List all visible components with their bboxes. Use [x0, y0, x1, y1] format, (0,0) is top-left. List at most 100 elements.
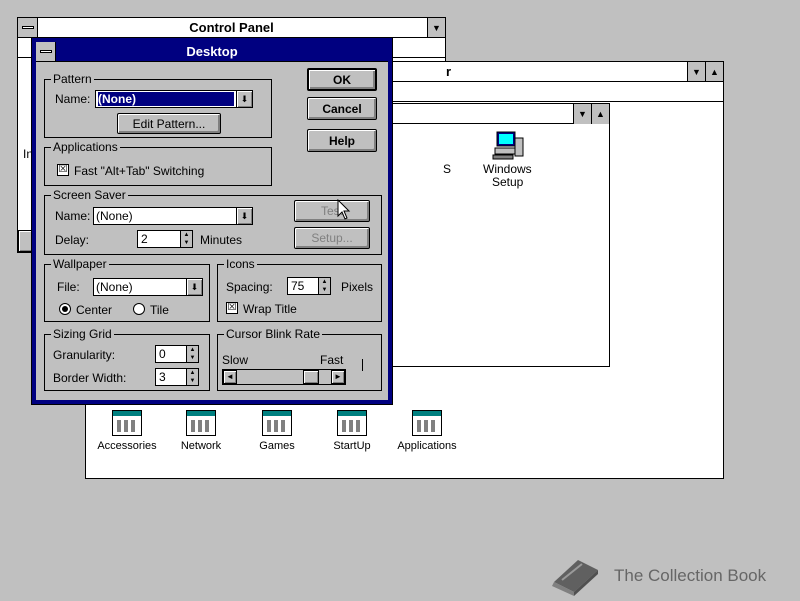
program-manager-minimize-button[interactable]: ▼ [687, 62, 705, 81]
wrap-title-label[interactable]: Wrap Title [243, 302, 297, 316]
wallpaper-center-label[interactable]: Center [76, 303, 112, 317]
control-panel-titlebar[interactable]: Control Panel [18, 18, 445, 38]
icons-group-label: Icons [224, 257, 257, 271]
pattern-group: Pattern Name: (None) ⬇ Edit Pattern... [44, 72, 272, 138]
cancel-button[interactable]: Cancel [307, 97, 377, 120]
ok-button[interactable]: OK [307, 68, 377, 91]
wallpaper-group: Wallpaper File: (None) ⬇ Center Tile [44, 257, 210, 322]
wallpaper-file-value: (None) [96, 280, 133, 294]
fast-alt-tab-checkbox[interactable]: ☒ [57, 164, 69, 176]
pattern-group-label: Pattern [51, 72, 94, 86]
border-width-spinner[interactable]: 3 ▲ ▼ [155, 368, 199, 386]
spin-up-icon[interactable]: ▲ [319, 278, 330, 286]
screen-saver-group-label: Screen Saver [51, 188, 128, 202]
edit-pattern-button[interactable]: Edit Pattern... [117, 113, 221, 134]
group-startup[interactable]: StartUp [317, 410, 387, 452]
wallpaper-tile-label[interactable]: Tile [150, 303, 169, 317]
main-group-item-fragment[interactable]: S [443, 162, 451, 176]
applications-group: Applications ☒ Fast "Alt+Tab" Switching [44, 140, 272, 186]
windows-setup-icon[interactable] [491, 128, 525, 162]
control-panel-system-menu[interactable] [18, 18, 38, 37]
program-manager-maximize-button[interactable]: ▲ [705, 62, 723, 81]
spinner-arrows[interactable]: ▲ ▼ [186, 346, 198, 362]
windows-setup-label-line2[interactable]: Setup [492, 175, 523, 189]
screen-saver-delay-spinner[interactable]: 2 ▲ ▼ [137, 230, 193, 248]
program-group-icon [186, 410, 216, 436]
screen-saver-name-dropdown[interactable]: (None) ⬇ [93, 207, 253, 225]
sizing-grid-group: Sizing Grid Granularity: 0 ▲ ▼ Border Wi… [44, 327, 210, 391]
group-applications-label: Applications [397, 440, 457, 452]
group-network[interactable]: Network [166, 410, 236, 452]
spin-down-icon[interactable]: ▼ [181, 239, 192, 247]
spinner-arrows[interactable]: ▲ ▼ [186, 369, 198, 385]
program-group-icon [337, 410, 367, 436]
main-group-minimize-button[interactable]: ▼ [573, 104, 591, 124]
scroll-right-arrow-icon[interactable]: ► [331, 370, 345, 384]
screen-saver-delay-value: 2 [141, 232, 148, 246]
group-games[interactable]: Games [242, 410, 312, 452]
main-group-window[interactable]: ▼ ▲ Windows Setup S [386, 103, 610, 367]
pattern-name-label: Name: [55, 92, 91, 106]
desktop-dialog[interactable]: Desktop Pattern Name: (None) ⬇ Edit Patt… [31, 37, 393, 405]
spinner-arrows[interactable]: ▲ ▼ [318, 278, 330, 294]
wallpaper-center-radio[interactable] [59, 303, 71, 315]
sizing-grid-group-label: Sizing Grid [51, 327, 114, 341]
dropdown-arrow-icon[interactable]: ⬇ [186, 279, 202, 295]
pattern-name-dropdown[interactable]: (None) ⬇ [95, 90, 253, 108]
cursor-blink-thumb[interactable] [303, 370, 319, 384]
wallpaper-file-label: File: [57, 280, 80, 294]
spinner-arrows[interactable]: ▲ ▼ [180, 231, 192, 247]
pattern-name-value: (None) [98, 92, 234, 106]
border-width-value: 3 [159, 370, 166, 384]
control-panel-minimize-button[interactable]: ▼ [427, 18, 445, 37]
group-accessories[interactable]: Accessories [92, 410, 162, 452]
spin-up-icon[interactable]: ▲ [187, 346, 198, 354]
border-width-label: Border Width: [53, 371, 127, 385]
main-group-maximize-button[interactable]: ▲ [591, 104, 609, 124]
dropdown-arrow-icon[interactable]: ⬇ [236, 91, 252, 107]
control-panel-title: Control Panel [189, 20, 274, 35]
program-group-icon [412, 410, 442, 436]
test-button[interactable]: Test [294, 200, 370, 222]
fast-alt-tab-label[interactable]: Fast "Alt+Tab" Switching [74, 164, 204, 178]
program-group-icon [262, 410, 292, 436]
wallpaper-tile-radio[interactable] [133, 303, 145, 315]
setup-button[interactable]: Setup... [294, 227, 370, 249]
help-button[interactable]: Help [307, 129, 377, 152]
cursor-blink-scrollbar[interactable]: ◄ ► [222, 369, 346, 385]
spin-up-icon[interactable]: ▲ [181, 231, 192, 239]
group-games-label: Games [259, 440, 295, 452]
icons-spacing-spinner[interactable]: 75 ▲ ▼ [287, 277, 331, 295]
desktop-dialog-system-menu[interactable] [36, 42, 56, 61]
cursor-blink-group: Cursor Blink Rate Slow Fast ◄ ► [217, 327, 382, 391]
screen-saver-delay-label: Delay: [55, 233, 90, 247]
windows-setup-label-line1[interactable]: Windows [483, 162, 532, 176]
icons-spacing-value: 75 [291, 279, 305, 293]
desktop-dialog-titlebar[interactable]: Desktop [36, 42, 388, 62]
cursor-blink-slow-label: Slow [222, 353, 249, 367]
screen-saver-group: Screen Saver Name: (None) ⬇ Delay: 2 ▲ ▼… [44, 188, 382, 255]
screen-saver-name-value: (None) [96, 209, 133, 223]
wallpaper-group-label: Wallpaper [51, 257, 109, 271]
wrap-title-checkbox[interactable]: ☒ [226, 302, 238, 314]
spin-down-icon[interactable]: ▼ [319, 286, 330, 294]
scroll-left-arrow-icon[interactable]: ◄ [223, 370, 237, 384]
cursor-blink-group-label: Cursor Blink Rate [224, 327, 323, 341]
applications-group-label: Applications [51, 140, 120, 154]
book-logo-icon [548, 552, 602, 598]
granularity-value: 0 [159, 347, 166, 361]
program-group-icon [112, 410, 142, 436]
group-applications[interactable]: Applications [392, 410, 462, 452]
desktop-dialog-title: Desktop [186, 44, 238, 59]
dropdown-arrow-icon[interactable]: ⬇ [236, 208, 252, 224]
spin-up-icon[interactable]: ▲ [187, 369, 198, 377]
wallpaper-file-dropdown[interactable]: (None) ⬇ [93, 278, 203, 296]
granularity-spinner[interactable]: 0 ▲ ▼ [155, 345, 199, 363]
spin-down-icon[interactable]: ▼ [187, 354, 198, 362]
spin-down-icon[interactable]: ▼ [187, 377, 198, 385]
icons-spacing-unit: Pixels [341, 280, 374, 294]
mouse-cursor-icon [337, 199, 351, 220]
cursor-blink-preview [362, 359, 363, 371]
group-network-label: Network [180, 440, 222, 452]
screen-saver-delay-unit: Minutes [200, 233, 243, 247]
